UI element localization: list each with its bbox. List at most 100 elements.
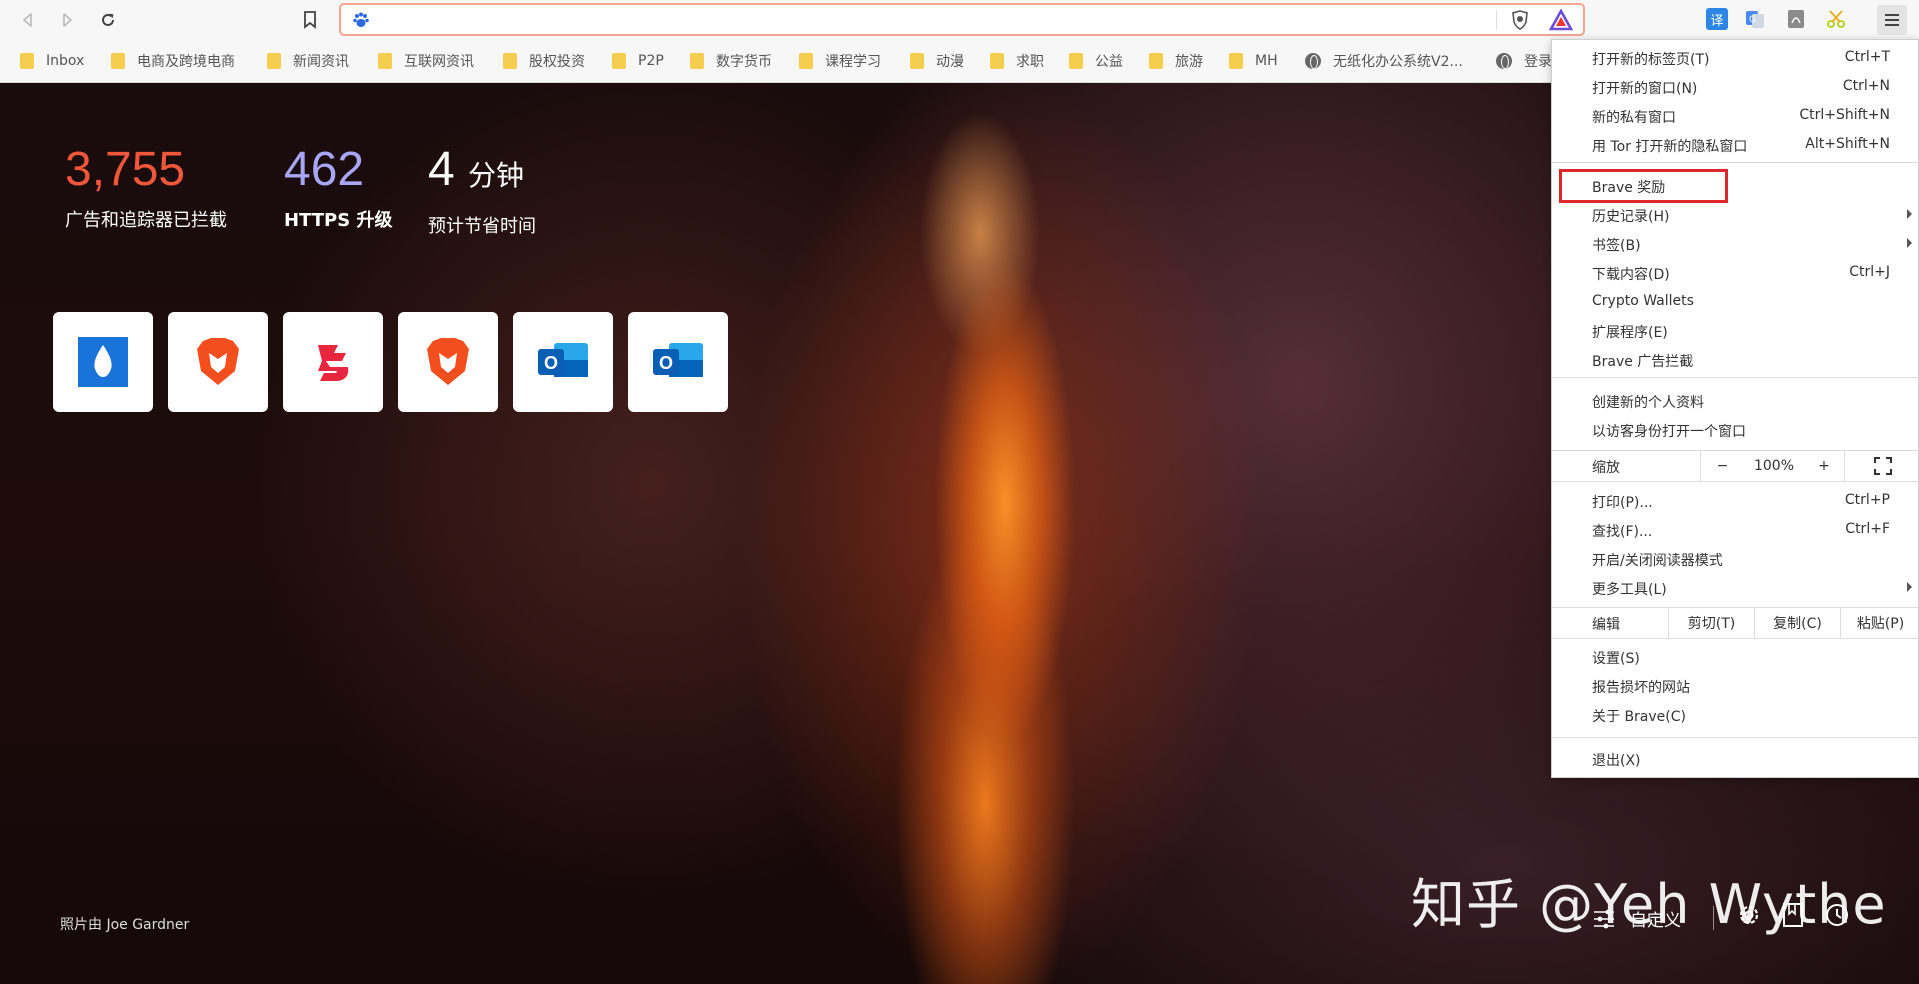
menu-item-downloads[interactable]: 下载内容(D) Ctrl+J [1552, 260, 1919, 286]
address-separator [1496, 10, 1497, 30]
bookmark-page-button[interactable] [298, 8, 322, 32]
menu-item-crypto-wallets[interactable]: Crypto Wallets [1552, 289, 1919, 315]
brave-rewards-icon[interactable] [1549, 9, 1573, 31]
menu-item-adblock[interactable]: Brave 广告拦截 [1552, 347, 1919, 373]
menu-item-new-window[interactable]: 打开新的窗口(N) Ctrl+N [1552, 74, 1919, 100]
menu-item-print[interactable]: 打印(P)... Ctrl+P [1552, 488, 1919, 514]
back-button[interactable] [16, 8, 40, 32]
scissors-extension-icon[interactable] [1825, 8, 1847, 30]
main-menu-button[interactable] [1877, 5, 1907, 35]
cut-button[interactable]: 剪切(T) [1668, 608, 1754, 638]
bookmark-folder[interactable]: 电商及跨境电商 [111, 50, 235, 72]
svg-text:G: G [1749, 15, 1756, 25]
bookmark-icon [304, 11, 316, 29]
bookmark-folder[interactable]: 公益 [1069, 50, 1123, 72]
menu-item-bookmarks[interactable]: 书签(B) [1552, 231, 1919, 257]
folder-icon [799, 53, 813, 69]
pdf-extension-icon[interactable] [1785, 8, 1807, 30]
translate-extension-icon[interactable]: 译 [1706, 8, 1728, 30]
folder-icon [503, 53, 517, 69]
stat-https-upgrades: 462 HTTPS 升级 [284, 140, 392, 232]
address-input[interactable] [379, 9, 1479, 31]
menu-item-report-site[interactable]: 报告损坏的网站 [1552, 673, 1919, 699]
highlight-box [1559, 169, 1728, 203]
brave-lion-icon [427, 338, 469, 385]
edit-row: 编辑 剪切(T) 复制(C) 粘贴(P) [1552, 608, 1919, 638]
menu-item-private-window[interactable]: 新的私有窗口 Ctrl+Shift+N [1552, 103, 1919, 129]
fullscreen-button[interactable] [1844, 451, 1919, 481]
zhihu-watermark: 知乎 @Yeh Wythe [1411, 873, 1887, 936]
folder-icon [1229, 53, 1243, 69]
browser-toolbar: 译 G [0, 0, 1919, 40]
bookmark-folder[interactable]: 旅游 [1149, 50, 1203, 72]
folder-icon [1069, 53, 1083, 69]
folder-icon [1149, 53, 1163, 69]
menu-item-new-profile[interactable]: 创建新的个人资料 [1552, 388, 1919, 414]
bookmark-folder[interactable]: 动漫 [910, 50, 964, 72]
top-site-tile[interactable] [283, 312, 383, 412]
top-site-tile[interactable] [398, 312, 498, 412]
stat-ads-blocked: 3,755 广告和追踪器已拦截 [65, 140, 227, 232]
top-site-tile[interactable] [168, 312, 268, 412]
forward-button[interactable] [55, 8, 79, 32]
menu-item-settings[interactable]: 设置(S) [1552, 644, 1919, 670]
menu-item-tor-window[interactable]: 用 Tor 打开新的隐私窗口 Alt+Shift+N [1552, 132, 1919, 158]
zoom-in-button[interactable]: + [1804, 451, 1844, 481]
globe-icon [1305, 53, 1321, 69]
fullscreen-icon [1873, 457, 1892, 475]
address-bar[interactable] [339, 3, 1585, 36]
svg-text:O: O [544, 353, 558, 373]
outlook-icon: O [653, 343, 703, 377]
ads-blocked-label: 广告和追踪器已拦截 [65, 210, 227, 231]
paste-button[interactable]: 粘贴(P) [1840, 608, 1919, 638]
back-arrow-icon [23, 13, 32, 27]
menu-separator [1552, 638, 1919, 639]
menu-item-guest-window[interactable]: 以访客身份打开一个窗口 [1552, 417, 1919, 443]
bookmark-folder[interactable]: 新闻资讯 [267, 50, 349, 72]
bookmark-folder[interactable]: 股权投资 [503, 50, 585, 72]
bookmark-folder[interactable]: MH [1229, 50, 1278, 72]
google-translate-extension-icon[interactable]: G [1744, 8, 1766, 30]
outlook-icon: O [538, 343, 588, 377]
folder-icon [690, 53, 704, 69]
stat-time-saved: 4 分钟 预计节省时间 [428, 140, 536, 238]
menu-item-find[interactable]: 查找(F)... Ctrl+F [1552, 517, 1919, 543]
brave-lion-icon [197, 338, 239, 385]
bookmark-site[interactable]: 登录 [1496, 50, 1552, 72]
bookmark-folder[interactable]: 课程学习 [799, 50, 881, 72]
ads-blocked-count: 3,755 [65, 143, 186, 196]
baidu-paw-icon [353, 12, 369, 27]
top-site-tile[interactable] [53, 312, 153, 412]
bookmark-folder[interactable]: P2P [612, 50, 664, 72]
zoom-out-button[interactable]: − [1700, 451, 1744, 481]
zoom-label: 缩放 [1592, 460, 1620, 476]
menu-item-history[interactable]: 历史记录(H) [1552, 202, 1919, 228]
water-drop-icon [78, 337, 128, 387]
bookmark-folder[interactable]: 求职 [990, 50, 1044, 72]
https-count: 462 [284, 143, 365, 196]
folder-icon [910, 53, 924, 69]
bookmark-folder[interactable]: 数字货币 [690, 50, 772, 72]
menu-separator [1552, 162, 1919, 163]
menu-separator [1552, 737, 1919, 738]
folder-icon [378, 53, 392, 69]
brave-shields-icon[interactable] [1509, 9, 1531, 31]
top-site-tile[interactable]: O [513, 312, 613, 412]
forward-arrow-icon [63, 13, 72, 27]
copy-button[interactable]: 复制(C) [1754, 608, 1840, 638]
reload-button[interactable] [96, 8, 120, 32]
menu-item-new-tab[interactable]: 打开新的标签页(T) Ctrl+T [1552, 45, 1919, 71]
top-site-tile[interactable]: O [628, 312, 728, 412]
menu-separator [1552, 377, 1919, 378]
bookmark-folder[interactable]: Inbox [20, 50, 84, 72]
menu-item-reader-mode[interactable]: 开启/关闭阅读器模式 [1552, 546, 1919, 572]
https-label: HTTPS 升级 [284, 210, 393, 231]
menu-item-extensions[interactable]: 扩展程序(E) [1552, 318, 1919, 344]
bookmark-folder[interactable]: 互联网资讯 [378, 50, 474, 72]
time-saved-label: 预计节省时间 [428, 216, 536, 237]
menu-item-exit[interactable]: 退出(X) [1552, 746, 1919, 772]
zoom-level: 100% [1753, 458, 1795, 474]
menu-item-about[interactable]: 关于 Brave(C) [1552, 702, 1919, 728]
bookmark-site[interactable]: 无纸化办公系统V2... [1305, 50, 1463, 72]
menu-item-more-tools[interactable]: 更多工具(L) [1552, 575, 1919, 601]
